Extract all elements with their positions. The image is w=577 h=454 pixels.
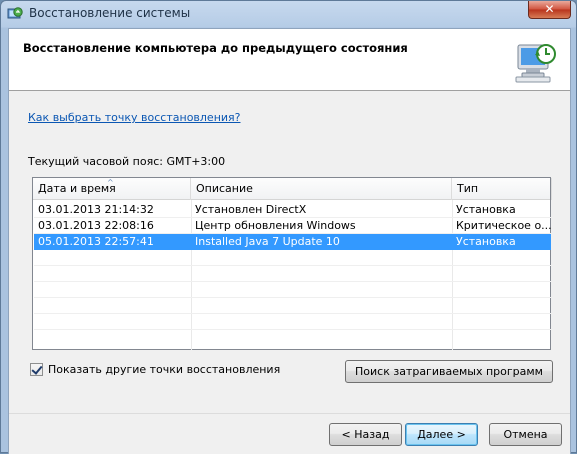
restore-points-table[interactable]: ^ Дата и время Описание Тип 03.01.2013 2…: [32, 177, 552, 350]
row-divider: [34, 329, 551, 330]
table-header: ^ Дата и время Описание Тип: [33, 178, 552, 200]
show-more-label: Показать другие точки восстановления: [48, 363, 281, 376]
table-row-selected[interactable]: 05.01.2013 22:57:41 Installed Java 7 Upd…: [34, 234, 551, 250]
table-row[interactable]: 03.01.2013 21:14:32 Установлен DirectX У…: [34, 202, 551, 218]
wizard-body: Восстановление компьютера до предыдущего…: [8, 28, 571, 454]
timezone-label: Текущий часовой пояс: GMT+3:00: [28, 155, 226, 168]
next-button[interactable]: Далее >: [405, 423, 478, 446]
help-link[interactable]: Как выбрать точку восстановления?: [28, 111, 241, 124]
sort-ascending-icon: ^: [107, 178, 114, 187]
row-type: Критическое о...: [456, 219, 551, 232]
back-button[interactable]: < Назад: [329, 423, 402, 446]
window-title: Восстановление системы: [29, 6, 191, 20]
row-description: Установлен DirectX: [195, 203, 307, 216]
row-divider: [34, 297, 551, 298]
column-header-type-label: Тип: [457, 182, 479, 195]
wizard-header: Восстановление компьютера до предыдущего…: [9, 29, 570, 91]
title-bar[interactable]: Восстановление системы ✕: [1, 1, 576, 28]
column-header-date[interactable]: ^ Дата и время: [33, 178, 191, 200]
footer-divider: [9, 413, 570, 414]
system-restore-icon: [7, 7, 23, 19]
close-icon: ✕: [544, 2, 555, 16]
system-restore-window: Восстановление системы ✕ Восстановление …: [0, 0, 577, 454]
row-divider: [34, 281, 551, 282]
show-more-restore-points[interactable]: Показать другие точки восстановления: [30, 363, 280, 376]
row-type: Установка: [456, 235, 516, 248]
row-type: Установка: [456, 203, 516, 216]
close-button[interactable]: ✕: [528, 1, 571, 19]
show-more-checkbox[interactable]: [30, 363, 43, 376]
column-header-description-label: Описание: [196, 182, 253, 195]
column-header-description[interactable]: Описание: [191, 178, 452, 200]
row-description: Installed Java 7 Update 10: [195, 235, 340, 248]
page-title: Восстановление компьютера до предыдущего…: [23, 41, 408, 55]
column-header-date-label: Дата и время: [38, 182, 116, 195]
row-date: 03.01.2013 22:08:16: [38, 219, 154, 232]
row-date: 03.01.2013 21:14:32: [38, 203, 154, 216]
row-divider: [34, 265, 551, 266]
column-header-type[interactable]: Тип: [452, 178, 552, 200]
row-date: 05.01.2013 22:57:41: [38, 235, 154, 248]
row-divider: [34, 313, 551, 314]
scan-affected-programs-button[interactable]: Поиск затрагиваемых программ: [345, 360, 553, 383]
restore-computer-icon: [515, 44, 556, 83]
cancel-button[interactable]: Отмена: [489, 423, 562, 446]
row-description: Центр обновления Windows: [195, 219, 356, 232]
table-row[interactable]: 03.01.2013 22:08:16 Центр обновления Win…: [34, 218, 551, 234]
